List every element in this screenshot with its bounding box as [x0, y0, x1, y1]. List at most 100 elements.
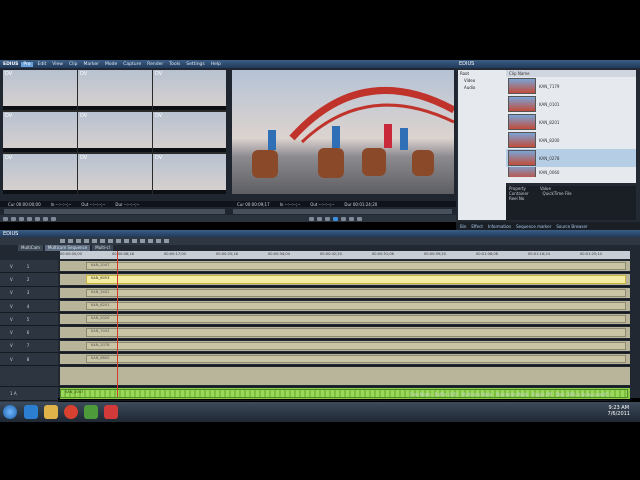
- clip-item[interactable]: KAN_7179: [506, 77, 636, 95]
- stop-icon[interactable]: [309, 216, 314, 221]
- track-header[interactable]: V5: [0, 313, 58, 326]
- fast-forward-icon[interactable]: [43, 216, 48, 221]
- cam-view-8[interactable]: DV: [78, 154, 152, 194]
- rewind-icon[interactable]: [317, 216, 322, 221]
- folder-root[interactable]: Root: [458, 70, 506, 77]
- open-icon[interactable]: [68, 239, 73, 243]
- folder-video[interactable]: Video: [458, 77, 506, 84]
- track-lane[interactable]: KAN_5020: [60, 314, 630, 325]
- step-back-icon[interactable]: [19, 216, 24, 221]
- track-header[interactable]: V8: [0, 353, 58, 366]
- cam-view-2[interactable]: DV: [78, 70, 152, 110]
- cam-view-3[interactable]: DV: [153, 70, 226, 110]
- copy-icon[interactable]: [108, 239, 113, 243]
- cut-icon[interactable]: [100, 239, 105, 243]
- folder-audio[interactable]: Audio: [458, 84, 506, 91]
- track-header[interactable]: V1: [0, 260, 58, 273]
- track-header[interactable]: V2: [0, 273, 58, 286]
- loop-icon[interactable]: [357, 216, 362, 221]
- cam-view-7[interactable]: DV: [3, 154, 77, 194]
- chrome-icon[interactable]: [64, 405, 78, 419]
- undo-icon[interactable]: [84, 239, 89, 243]
- fast-forward-icon[interactable]: [349, 216, 354, 221]
- timeline-clip[interactable]: KAN_7003: [86, 328, 626, 337]
- redo-icon[interactable]: [92, 239, 97, 243]
- multicam-grid[interactable]: DV DV DV DV DV DV DV DV DV: [3, 70, 226, 194]
- internet-explorer-icon[interactable]: [24, 405, 38, 419]
- tab-information[interactable]: Information: [488, 224, 511, 229]
- player-scrubber[interactable]: [4, 209, 225, 214]
- track-lane[interactable]: KAN_2047: [60, 261, 630, 272]
- track-header[interactable]: V6: [0, 326, 58, 339]
- clip-item[interactable]: KAN_8200: [506, 131, 636, 149]
- cam-view-6[interactable]: DV: [153, 112, 226, 152]
- clip-item[interactable]: KAN_0101: [506, 95, 636, 113]
- settings-icon[interactable]: [164, 239, 169, 243]
- playhead[interactable]: [117, 251, 118, 397]
- track-header[interactable]: V7: [0, 339, 58, 353]
- tab-multicam[interactable]: MultiCam: [18, 245, 43, 251]
- file-explorer-icon[interactable]: [44, 405, 58, 419]
- timeline-ruler[interactable]: 00:00:00;00 00:00:08;16 00:00:17;00 00:0…: [60, 251, 630, 259]
- rewind-icon[interactable]: [11, 216, 16, 221]
- system-clock[interactable]: 9:23 AM 7/6/2011: [608, 405, 630, 417]
- tab-sequence-marker[interactable]: Sequence marker: [516, 224, 551, 229]
- timeline-clip[interactable]: KAN_3402: [86, 288, 626, 297]
- cam-view-9[interactable]: DV: [153, 154, 226, 194]
- timeline-clip[interactable]: KAN_6053: [86, 275, 626, 284]
- menu-view[interactable]: View: [49, 62, 66, 67]
- menu-mode[interactable]: Mode: [102, 62, 120, 67]
- ripple-icon[interactable]: [156, 239, 161, 243]
- clip-item[interactable]: KAN_0060: [506, 167, 636, 177]
- track-header[interactable]: V4: [0, 299, 58, 313]
- track-header[interactable]: V3: [0, 286, 58, 299]
- timeline-clip[interactable]: KAN_5020: [86, 315, 626, 324]
- step-forward-icon[interactable]: [341, 216, 346, 221]
- track-header[interactable]: 1 A: [0, 387, 58, 400]
- clip-item[interactable]: KAN_0278: [506, 149, 636, 167]
- snap-icon[interactable]: [148, 239, 153, 243]
- cam-view-1[interactable]: DV: [3, 70, 77, 110]
- menu-settings[interactable]: Settings: [183, 62, 207, 67]
- clip-item[interactable]: KAN_8201: [506, 113, 636, 131]
- play-icon[interactable]: [333, 216, 338, 221]
- menu-edit[interactable]: Edit: [35, 62, 50, 67]
- timeline-clip[interactable]: KAN_2047: [86, 262, 626, 271]
- recorder-scrubber[interactable]: [233, 209, 452, 214]
- start-button[interactable]: [3, 405, 17, 419]
- app-taskbar-icon[interactable]: [104, 405, 118, 419]
- edius-taskbar-icon[interactable]: [84, 405, 98, 419]
- timeline-clip[interactable]: KAN_6800: [86, 355, 626, 364]
- recorder-video[interactable]: [232, 70, 454, 194]
- play-icon[interactable]: [27, 216, 32, 221]
- menu-tools[interactable]: Tools: [166, 62, 183, 67]
- menu-render[interactable]: Render: [144, 62, 166, 67]
- timeline-clip[interactable]: KAN_2078: [86, 341, 626, 351]
- track-lane[interactable]: KAN_3402: [60, 287, 630, 298]
- cam-view-5[interactable]: DV: [78, 112, 152, 152]
- track-lane[interactable]: KAN_2078: [60, 340, 630, 352]
- save-icon[interactable]: [76, 239, 81, 243]
- track-lane[interactable]: KAN_7003: [60, 327, 630, 338]
- stop-icon[interactable]: [3, 216, 8, 221]
- step-forward-icon[interactable]: [35, 216, 40, 221]
- split-icon[interactable]: [132, 239, 137, 243]
- marker-icon[interactable]: [140, 239, 145, 243]
- paste-icon[interactable]: [116, 239, 121, 243]
- new-sequence-icon[interactable]: [60, 239, 65, 243]
- menu-clip[interactable]: Clip: [66, 62, 81, 67]
- delete-icon[interactable]: [124, 239, 129, 243]
- tab-effect[interactable]: Effect: [471, 224, 483, 229]
- menu-capture[interactable]: Capture: [120, 62, 144, 67]
- step-back-icon[interactable]: [325, 216, 330, 221]
- menu-marker[interactable]: Marker: [80, 62, 102, 67]
- tab-bin[interactable]: Bin: [460, 224, 466, 229]
- cam-view-4[interactable]: DV: [3, 112, 77, 152]
- track-lane[interactable]: KAN_6800: [60, 354, 630, 365]
- loop-icon[interactable]: [51, 216, 56, 221]
- track-lane[interactable]: KAN_6053: [60, 274, 630, 285]
- menu-help[interactable]: Help: [208, 62, 224, 67]
- timeline-clip[interactable]: KAN_6201: [86, 301, 626, 311]
- track-lane[interactable]: KAN_6201: [60, 300, 630, 312]
- tab-source-browser[interactable]: Source Browser: [556, 224, 587, 229]
